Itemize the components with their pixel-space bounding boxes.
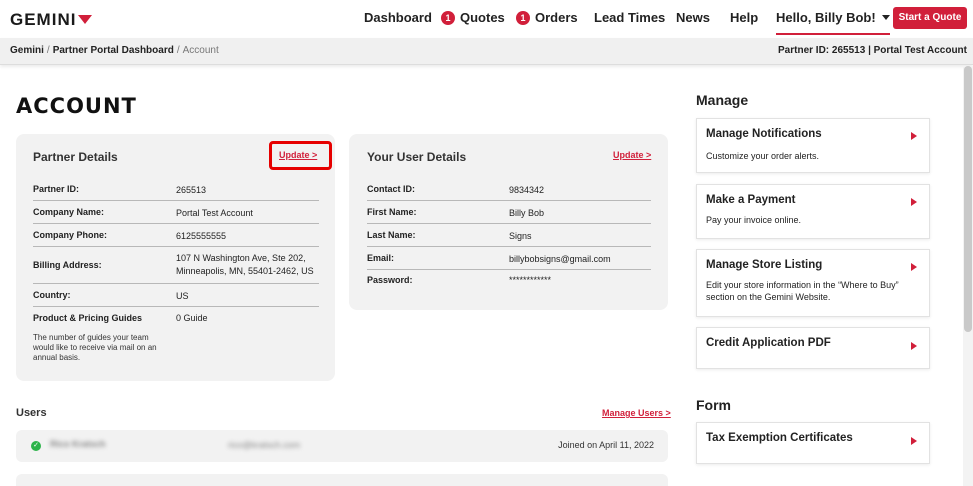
logo-chevron-icon xyxy=(78,15,93,24)
breadcrumb-gemini[interactable]: Gemini xyxy=(10,45,44,56)
nav-dashboard[interactable]: Dashboard xyxy=(364,10,432,25)
user-name: Rico Kratsch xyxy=(50,439,106,449)
manage-notifications-card[interactable]: Manage Notifications Customize your orde… xyxy=(696,118,930,173)
partner-row-guides: Product & Pricing Guides 0 Guide xyxy=(33,307,319,331)
row-value: Signs xyxy=(509,231,532,241)
make-payment-card[interactable]: Make a Payment Pay your invoice online. xyxy=(696,184,930,239)
chevron-down-icon xyxy=(881,15,890,20)
nav-lead-times[interactable]: Lead Times xyxy=(594,10,665,25)
row-label: Billing Address: xyxy=(33,260,102,270)
nav-quotes[interactable]: 1 Quotes xyxy=(441,10,505,25)
manage-users-link[interactable]: Manage Users > xyxy=(602,408,671,418)
nav-news[interactable]: News xyxy=(676,10,710,25)
card-description: Edit your store information in the “Wher… xyxy=(706,280,899,302)
user-row-password: Password: ************ xyxy=(367,270,651,293)
partner-id-label: Partner ID: 265513 | Portal Test Account xyxy=(778,45,967,56)
row-value: Portal Test Account xyxy=(176,208,253,218)
row-value: 107 N Washington Ave, Ste 202, xyxy=(176,253,306,263)
row-label: Password: xyxy=(367,275,413,285)
nav-help[interactable]: Help xyxy=(730,10,758,25)
partner-details-card: Partner Details Update > Partner ID: 265… xyxy=(16,134,335,381)
user-details-card: Your User Details Update > Contact ID: 9… xyxy=(349,134,668,310)
card-title: Make a Payment xyxy=(706,194,796,206)
form-heading: Form xyxy=(696,397,731,413)
top-nav: GEMINI Dashboard 1 Quotes 1 Orders Lead Ti… xyxy=(0,0,973,38)
user-details-heading: Your User Details xyxy=(367,150,467,164)
orders-count-badge: 1 xyxy=(516,11,530,25)
gemini-logo[interactable]: GEMINI xyxy=(10,10,93,30)
user-list-row[interactable]: ✓ Rico Kratsch rico@kratsch.com Joined o… xyxy=(16,430,668,462)
scrollbar-thumb[interactable] xyxy=(964,66,972,332)
row-label: Email: xyxy=(367,253,395,263)
manage-store-listing-card[interactable]: Manage Store Listing Edit your store inf… xyxy=(696,249,930,317)
user-list-row[interactable] xyxy=(16,474,668,486)
partner-update-link[interactable]: Update > xyxy=(279,150,317,160)
guides-note: The number of guides your team would lik… xyxy=(33,333,157,362)
row-value: 6125555555 xyxy=(176,231,227,241)
breadcrumb-separator: / xyxy=(46,45,50,56)
user-update-link[interactable]: Update > xyxy=(613,150,651,160)
partner-row-company-name: Company Name: Portal Test Account xyxy=(33,201,319,224)
row-value: ************ xyxy=(509,275,552,285)
partner-row-country: Country: US xyxy=(33,284,319,307)
row-label: First Name: xyxy=(367,207,417,217)
chevron-right-icon xyxy=(911,263,917,271)
credit-application-card[interactable]: Credit Application PDF xyxy=(696,327,930,369)
row-value: 9834342 xyxy=(509,185,545,195)
breadcrumb-separator: / xyxy=(176,45,180,56)
breadcrumb-current: Account xyxy=(182,45,219,56)
chevron-right-icon xyxy=(911,198,917,206)
row-value: 0 Guide xyxy=(176,313,208,323)
row-value-line2: Minneapolis, MN, 55401-2462, US xyxy=(176,266,314,276)
user-email: rico@kratsch.com xyxy=(228,440,301,450)
quotes-count-badge: 1 xyxy=(441,11,455,25)
partner-details-heading: Partner Details xyxy=(33,150,118,164)
users-heading: Users xyxy=(16,407,47,419)
card-title: Manage Store Listing xyxy=(706,259,823,271)
check-circle-icon: ✓ xyxy=(31,441,41,451)
card-title: Credit Application PDF xyxy=(706,337,831,349)
row-label: Product & Pricing Guides xyxy=(33,313,143,323)
row-label: Partner ID: xyxy=(33,184,80,194)
row-value: Billy Bob xyxy=(509,208,545,218)
user-row-contact-id: Contact ID: 9834342 xyxy=(367,178,651,201)
card-description: Pay your invoice online. xyxy=(706,215,802,225)
tax-exemption-card[interactable]: Tax Exemption Certificates xyxy=(696,422,930,464)
row-label: Contact ID: xyxy=(367,184,415,194)
row-value: 265513 xyxy=(176,185,207,195)
breadcrumb-dashboard[interactable]: Partner Portal Dashboard xyxy=(53,45,174,56)
page-title: ACCOUNT xyxy=(16,94,137,118)
row-label: Company Phone: xyxy=(33,230,108,240)
nav-orders[interactable]: 1 Orders xyxy=(516,10,578,25)
row-value: billybobsigns@gmail.com xyxy=(509,254,611,264)
start-quote-button[interactable]: Start a Quote xyxy=(893,7,967,29)
user-row-email: Email: billybobsigns@gmail.com xyxy=(367,247,651,270)
partner-row-id: Partner ID: 265513 xyxy=(33,178,319,201)
user-row-last-name: Last Name: Signs xyxy=(367,224,651,247)
partner-row-billing-address: Billing Address: 107 N Washington Ave, S… xyxy=(33,247,319,284)
chevron-right-icon xyxy=(911,132,917,140)
card-description: Customize your order alerts. xyxy=(706,151,820,161)
card-title: Manage Notifications xyxy=(706,128,822,140)
row-value: US xyxy=(176,291,189,301)
breadcrumb-bar: Gemini / Partner Portal Dashboard / Account … xyxy=(0,38,973,65)
chevron-right-icon xyxy=(911,437,917,445)
partner-row-company-phone: Company Phone: 6125555555 xyxy=(33,224,319,247)
user-row-first-name: First Name: Billy Bob xyxy=(367,201,651,224)
row-label: Company Name: xyxy=(33,207,105,217)
chevron-right-icon xyxy=(911,342,917,350)
user-joined-date: Joined on April 11, 2022 xyxy=(558,440,654,450)
manage-heading: Manage xyxy=(696,92,749,108)
row-label: Country: xyxy=(33,290,71,300)
card-title: Tax Exemption Certificates xyxy=(706,432,853,444)
breadcrumb: Gemini / Partner Portal Dashboard / Account xyxy=(10,45,219,56)
user-menu[interactable]: Hello, Billy Bob! xyxy=(776,10,890,35)
row-label: Last Name: xyxy=(367,230,416,240)
